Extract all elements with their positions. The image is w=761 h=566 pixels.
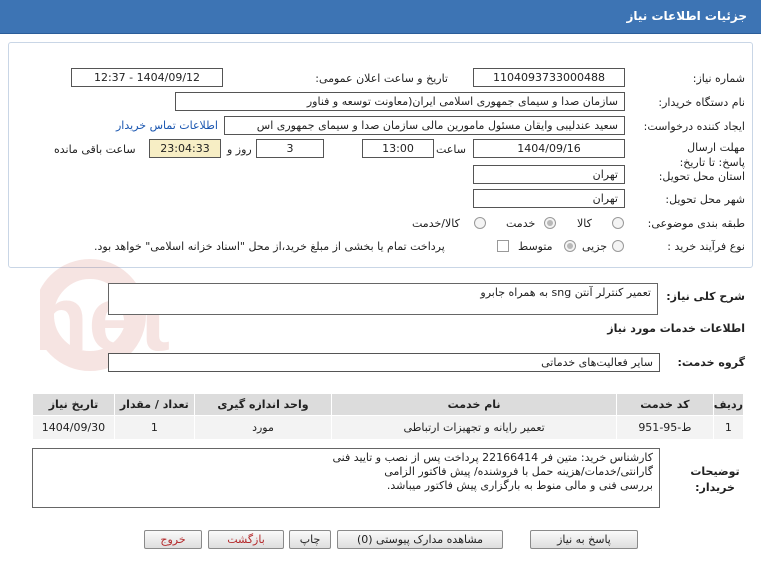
table-header-row: ردیف کد خدمت نام خدمت واحد اندازه گیری ت… <box>32 393 745 416</box>
days-field[interactable]: 3 <box>256 139 324 158</box>
buyer-notes-line: بررسی فنی و مالی منوط به بارگزاری پیش فا… <box>386 479 653 492</box>
cell-row: 1 <box>712 415 745 440</box>
process-medium-radio[interactable] <box>564 240 576 252</box>
description-label: شرح کلی نیاز: <box>666 290 745 303</box>
print-button[interactable]: چاپ <box>289 530 331 549</box>
exit-button[interactable]: خروج <box>144 530 202 549</box>
cell-qty: 1 <box>113 415 195 440</box>
page-title: جزئیات اطلاعات نیاز <box>626 9 747 23</box>
col-date-header: تاریخ نیاز <box>32 393 115 416</box>
category-both-radio[interactable] <box>474 217 486 229</box>
reply-button[interactable]: پاسخ به نیاز <box>530 530 638 549</box>
services-table: ردیف کد خدمت نام خدمت واحد اندازه گیری ت… <box>32 393 745 440</box>
buyer-notes-label: توضیحات خریدار: <box>690 465 740 494</box>
category-both-label: کالا/خدمت <box>412 217 460 230</box>
creator-label: ایجاد کننده درخواست: <box>643 120 745 133</box>
col-name-header: نام خدمت <box>331 393 617 416</box>
process-label: نوع فرآیند خرید : <box>667 240 745 253</box>
buyer-org-field[interactable]: سازمان صدا و سیمای جمهوری اسلامی ایران(م… <box>175 92 625 111</box>
col-qty-header: تعداد / مقدار <box>113 393 195 416</box>
treasury-payment-checkbox[interactable] <box>497 240 509 252</box>
table-row: 1 ط-95-951 تعمیر رایانه و تجهیزات ارتباط… <box>32 415 745 440</box>
category-service-radio[interactable] <box>544 217 556 229</box>
deadline-label: مهلت ارسال پاسخ: تا تاریخ: <box>679 141 745 169</box>
cell-name: تعمیر رایانه و تجهیزات ارتباطی <box>331 415 617 440</box>
deadline-time-field[interactable]: 13:00 <box>362 139 434 158</box>
attachments-button[interactable]: مشاهده مدارک پیوستی (0) <box>337 530 503 549</box>
treasury-payment-note: پرداخت تمام یا بخشی از مبلغ خرید،از محل … <box>94 240 445 253</box>
category-service-label: خدمت <box>506 217 536 230</box>
need-number-field[interactable]: 1104093733000488 <box>473 68 625 87</box>
deadline-date-field[interactable]: 1404/09/16 <box>473 139 625 158</box>
city-label: شهر محل تحویل: <box>665 193 745 206</box>
province-field[interactable]: تهران <box>473 165 625 184</box>
process-minor-radio[interactable] <box>612 240 624 252</box>
cell-code: ط-95-951 <box>616 415 714 440</box>
process-minor-label: جزیی <box>582 240 608 253</box>
province-label: استان محل تحویل: <box>658 170 745 183</box>
creator-field[interactable]: سعید عندلیبی وایقان مسئول مامورین مالی س… <box>224 116 625 135</box>
category-label: طبقه بندی موضوعی: <box>647 217 745 230</box>
col-unit-header: واحد اندازه گیری <box>193 393 333 416</box>
service-group-field[interactable]: سایر فعالیت‌های خدماتی <box>108 353 660 372</box>
col-code-header: کد خدمت <box>616 393 714 416</box>
service-group-label: گروه خدمت: <box>677 356 745 369</box>
category-goods-label: کالا <box>577 217 592 230</box>
col-row-header: ردیف <box>712 393 745 416</box>
back-button[interactable]: بازگشت <box>208 530 284 549</box>
announce-label: تاریخ و ساعت اعلان عمومی: <box>315 72 448 85</box>
days-label: روز و <box>227 143 252 156</box>
announce-field[interactable]: 1404/09/12 - 12:37 <box>71 68 223 87</box>
remaining-time-field: 23:04:33 <box>149 139 221 158</box>
remaining-label: ساعت باقی مانده <box>54 143 136 156</box>
buyer-notes-line: کارشناس خرید: متین فر 22166414 پرداخت پس… <box>332 451 653 464</box>
description-field[interactable]: تعمیر کنترلر آنتن sng به همراه جابرو <box>108 283 658 315</box>
buyer-org-label: نام دستگاه خریدار: <box>658 96 745 109</box>
category-goods-radio[interactable] <box>612 217 624 229</box>
city-field[interactable]: تهران <box>473 189 625 208</box>
time-label: ساعت <box>436 143 466 156</box>
header-bar: جزئیات اطلاعات نیاز <box>0 0 761 34</box>
buyer-notes-field[interactable]: کارشناس خرید: متین فر 22166414 پرداخت پس… <box>32 448 660 508</box>
buyer-notes-line: گارانتی/خدمات/هزینه حمل با فروشنده/ پیش … <box>384 465 653 478</box>
process-medium-label: متوسط <box>518 240 553 253</box>
cell-unit: مورد <box>193 415 333 440</box>
cell-date: 1404/09/30 <box>32 415 115 440</box>
services-section-title: اطلاعات خدمات مورد نیاز <box>607 322 745 335</box>
need-number-label: شماره نیاز: <box>692 72 745 85</box>
contact-buyer-link[interactable]: اطلاعات تماس خریدار <box>116 119 218 132</box>
